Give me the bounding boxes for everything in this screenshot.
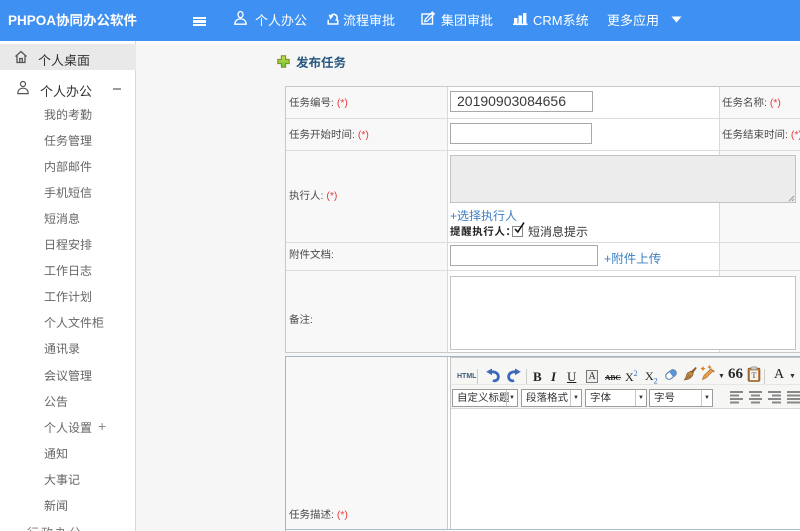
- svg-text:T: T: [752, 371, 757, 380]
